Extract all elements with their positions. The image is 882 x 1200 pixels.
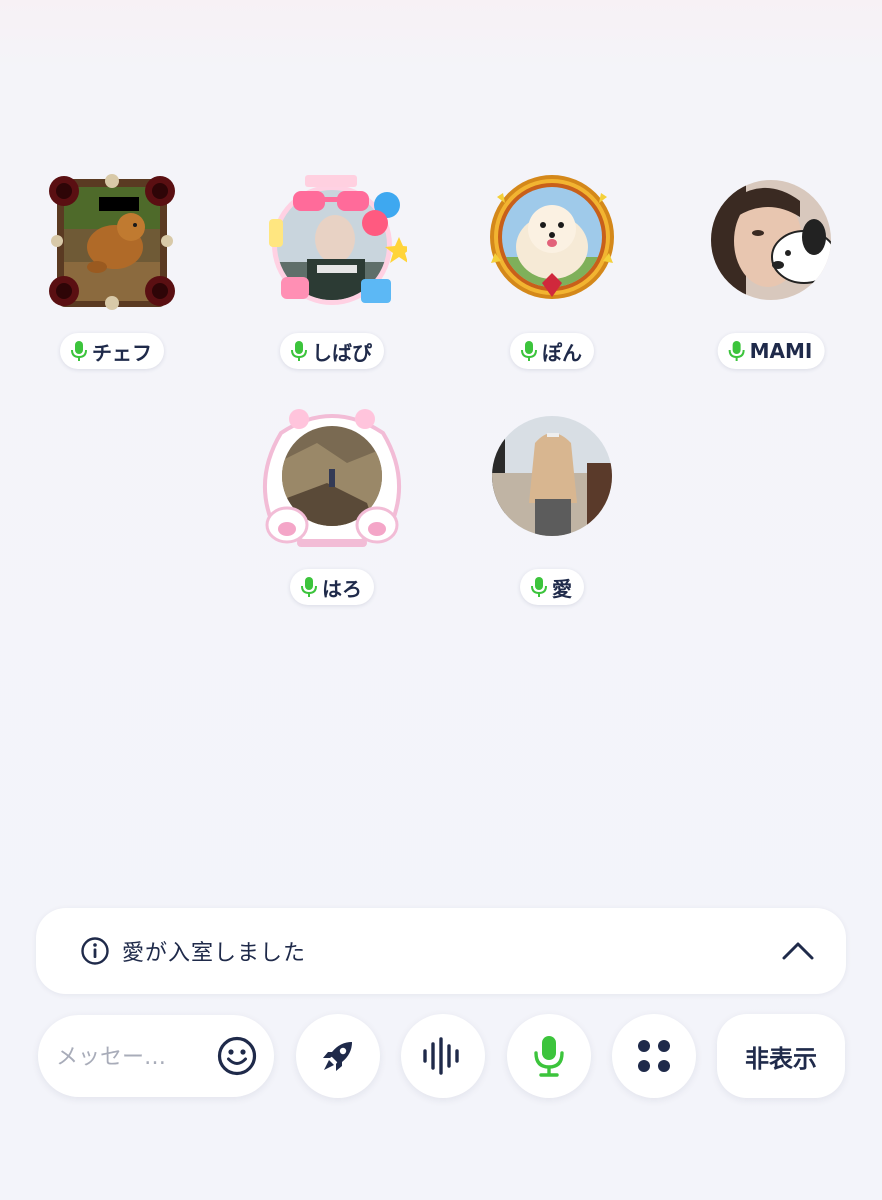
mic-icon bbox=[728, 340, 746, 362]
notification-text: 愛が入室しました bbox=[122, 941, 307, 966]
mic-icon bbox=[290, 340, 308, 362]
soundwave-icon bbox=[423, 1037, 459, 1075]
speaker-name: ぽん bbox=[542, 340, 582, 365]
avatar[interactable] bbox=[477, 403, 627, 553]
hide-button[interactable]: 非表示 bbox=[717, 1014, 845, 1098]
speaker-name-pill: はろ bbox=[290, 569, 374, 605]
speaker-name-pill: MAMI bbox=[717, 333, 825, 369]
message-input-container[interactable] bbox=[38, 1015, 274, 1097]
speaker-name: 愛 bbox=[552, 576, 572, 601]
info-icon bbox=[81, 937, 109, 965]
more-apps-button[interactable] bbox=[612, 1014, 696, 1098]
rocket-button[interactable] bbox=[296, 1014, 380, 1098]
mic-icon bbox=[70, 340, 88, 362]
four-dots-icon bbox=[638, 1040, 670, 1072]
speaker-name: チェフ bbox=[92, 340, 152, 365]
voice-effect-button[interactable] bbox=[401, 1014, 485, 1098]
speaker-tile[interactable]: 愛 bbox=[467, 403, 637, 613]
smiley-icon[interactable] bbox=[216, 1035, 258, 1077]
speaker-name-pill: 愛 bbox=[520, 569, 584, 605]
speaker-tile[interactable]: MAMI bbox=[686, 167, 856, 377]
mic-icon bbox=[520, 340, 538, 362]
speaker-name: はろ bbox=[322, 576, 362, 601]
speaker-name-pill: チェフ bbox=[60, 333, 164, 369]
speaker-tile[interactable]: はろ bbox=[247, 403, 417, 613]
mic-icon bbox=[534, 1036, 564, 1077]
rocket-icon bbox=[323, 1042, 352, 1071]
speaker-name: MAMI bbox=[749, 339, 813, 363]
message-input[interactable] bbox=[54, 1037, 208, 1077]
mic-icon bbox=[300, 576, 318, 598]
speaker-name: しばぴ bbox=[312, 340, 372, 365]
join-notification-bar: 愛が入室しました bbox=[36, 908, 846, 994]
avatar[interactable] bbox=[257, 167, 407, 317]
avatar[interactable] bbox=[696, 167, 846, 317]
speaker-tile[interactable]: ぽん bbox=[467, 167, 637, 377]
speaker-tile[interactable]: しばぴ bbox=[247, 167, 417, 377]
speaker-name-pill: ぽん bbox=[510, 333, 594, 369]
speaker-tile[interactable]: チェフ bbox=[27, 167, 197, 377]
voice-room-screen: チェフ しばぴ ぽん MAMI はろ 愛 愛が入室しました メッセー… 非表示 bbox=[0, 0, 882, 1200]
avatar[interactable] bbox=[37, 167, 187, 317]
mic-toggle-button[interactable] bbox=[507, 1014, 591, 1098]
mic-icon bbox=[530, 576, 548, 598]
avatar[interactable] bbox=[257, 403, 407, 553]
chevron-up-icon[interactable] bbox=[780, 938, 816, 964]
speaker-name-pill: しばぴ bbox=[280, 333, 384, 369]
avatar[interactable] bbox=[477, 167, 627, 317]
